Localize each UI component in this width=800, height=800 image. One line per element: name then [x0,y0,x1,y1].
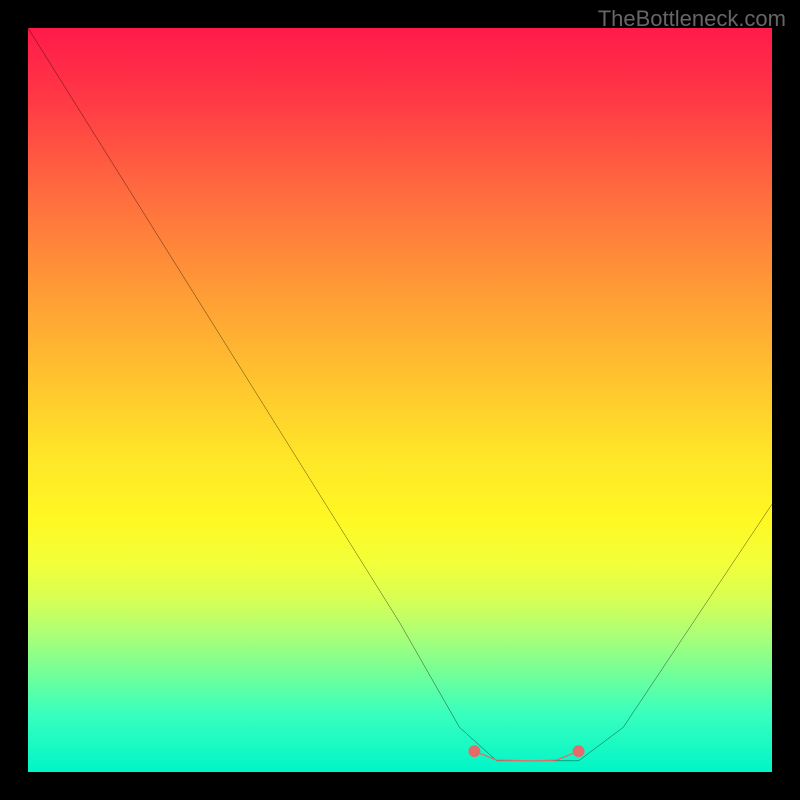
target-range-end-dot [573,745,585,757]
target-range-start-dot [468,745,480,757]
bottleneck-plot [28,28,772,772]
target-range-line [474,751,578,761]
bottleneck-curve-line [28,28,772,761]
plot-svg [28,28,772,772]
